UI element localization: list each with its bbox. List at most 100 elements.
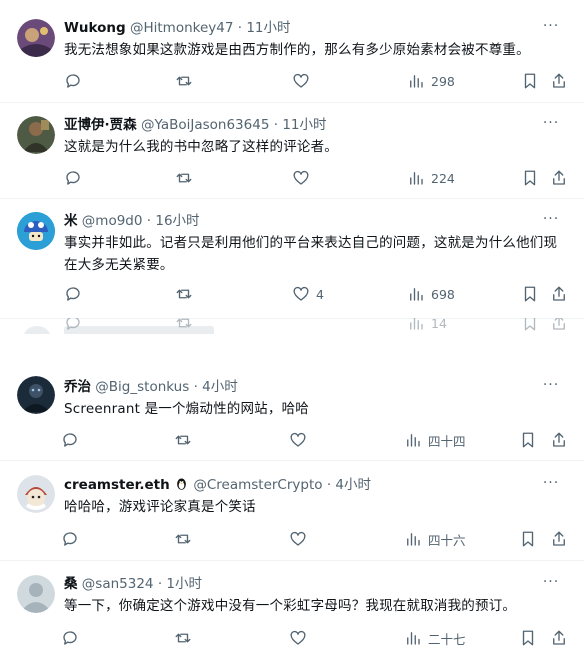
retweet-button — [175, 318, 193, 334]
display-name[interactable]: 桑 — [64, 576, 78, 592]
more-options-icon[interactable]: ··· — [542, 476, 560, 494]
user-handle[interactable]: @Hitmonkey47 — [130, 20, 233, 36]
tweet-header: 亚博伊·贾森 @YaBoiJason63645 · 11小时 — [64, 116, 327, 134]
reply-button[interactable] — [61, 429, 79, 451]
avatar[interactable] — [17, 212, 55, 250]
reply-icon — [63, 433, 77, 447]
bookmark-button[interactable] — [519, 627, 537, 649]
views-chart-icon — [407, 434, 420, 447]
like-button[interactable] — [292, 167, 316, 189]
reply-tweet[interactable]: Wukong @Hitmonkey47 · 11小时 ··· 我无法想象如果这款… — [0, 0, 584, 103]
retweet-button[interactable] — [174, 528, 192, 550]
timestamp[interactable]: 4小时 — [335, 477, 371, 493]
more-options-icon[interactable]: ··· — [542, 19, 560, 37]
reply-tweet[interactable]: 桑 @san5324 · 1小时 ··· 等一下，你确定这个游戏中没有一个彩虹字… — [0, 560, 584, 658]
reply-tweet[interactable]: 米 @mo9d0 · 16小时 ··· 事实并非如此。记者只是利用他们的平台来表… — [0, 198, 584, 319]
more-options-icon[interactable]: ··· — [542, 116, 560, 134]
separator-dot: · — [146, 213, 152, 229]
user-handle[interactable]: @YaBoiJason63645 — [141, 117, 269, 133]
display-name[interactable]: creamster.eth — [64, 477, 170, 493]
separator-dot: · — [157, 576, 163, 592]
like-button[interactable] — [289, 627, 313, 649]
more-options-icon[interactable]: ··· — [542, 378, 560, 396]
avatar[interactable] — [17, 376, 55, 414]
like-button[interactable] — [289, 429, 313, 451]
views-button[interactable]: 四十四 — [404, 429, 466, 451]
views-chart-icon — [410, 318, 423, 330]
penguin-emoji-icon — [177, 478, 186, 490]
view-count: 四十六 — [428, 532, 466, 548]
share-button[interactable] — [550, 167, 568, 189]
bookmark-icon — [524, 73, 536, 89]
reply-button[interactable] — [61, 627, 79, 649]
views-button[interactable]: 698 — [407, 283, 455, 305]
user-handle[interactable]: @Big_stonkus — [95, 379, 189, 395]
user-handle[interactable]: @san5324 — [82, 576, 154, 592]
user-handle[interactable]: @CreamsterCrypto — [193, 477, 322, 493]
timestamp[interactable]: 11小时 — [246, 20, 290, 36]
avatar[interactable] — [17, 575, 55, 613]
tweet-actions: 四十四 — [0, 429, 584, 451]
user-handle[interactable]: @mo9d0 — [82, 213, 143, 229]
timestamp[interactable]: 1小时 — [166, 576, 202, 592]
views-button[interactable]: 四十六 — [404, 528, 466, 550]
bookmark-button — [521, 318, 539, 334]
tweet-header: 桑 @san5324 · 1小时 — [64, 575, 202, 593]
share-button — [550, 318, 568, 334]
reply-icon — [63, 532, 77, 546]
reply-button[interactable] — [64, 283, 82, 305]
retweet-icon — [175, 534, 191, 544]
share-button[interactable] — [550, 70, 568, 92]
tweet-actions: 224 — [0, 167, 584, 189]
retweet-button[interactable] — [174, 429, 192, 451]
more-options-icon[interactable]: ··· — [542, 575, 560, 593]
timestamp[interactable]: 4小时 — [202, 379, 238, 395]
reply-icon — [66, 318, 80, 330]
timestamp[interactable]: 11小时 — [282, 117, 326, 133]
avatar[interactable] — [17, 19, 55, 57]
heart-icon — [290, 630, 306, 645]
reply-button[interactable] — [64, 167, 82, 189]
avatar[interactable] — [17, 475, 55, 513]
reply-button[interactable] — [61, 528, 79, 550]
retweet-button[interactable] — [175, 167, 193, 189]
retweet-button[interactable] — [175, 70, 193, 92]
tweet-text: 等一下，你确定这个游戏中没有一个彩虹字母吗？我现在就取消我的预订。 — [64, 598, 517, 614]
more-options-icon[interactable]: ··· — [542, 212, 560, 230]
retweet-button[interactable] — [174, 627, 192, 649]
views-button[interactable]: 298 — [407, 70, 455, 92]
reply-button[interactable] — [64, 70, 82, 92]
share-button[interactable] — [550, 429, 568, 451]
share-button[interactable] — [550, 627, 568, 649]
retweet-icon — [175, 435, 191, 445]
views-button[interactable]: 224 — [407, 167, 455, 189]
bookmark-button[interactable] — [521, 70, 539, 92]
display-name[interactable]: Wukong — [64, 20, 126, 36]
retweet-button[interactable] — [175, 283, 193, 305]
share-icon — [553, 73, 565, 88]
tweet-text: 事实并非如此。记者只是利用他们的平台来表达自己的问题，这就是为什么他们现在大多无… — [64, 235, 558, 273]
tweet-header: Wukong @Hitmonkey47 · 11小时 — [64, 19, 291, 37]
bookmark-button[interactable] — [519, 528, 537, 550]
views-button: 14 — [407, 318, 447, 334]
like-button[interactable] — [289, 528, 313, 550]
bookmark-button[interactable] — [521, 283, 539, 305]
bookmark-button[interactable] — [521, 167, 539, 189]
reply-icon — [66, 171, 80, 185]
reply-tweet[interactable]: 乔治 @Big_stonkus · 4小时 ··· Screenrant 是一个… — [0, 356, 584, 461]
timestamp[interactable]: 16小时 — [155, 213, 199, 229]
bookmark-button[interactable] — [519, 429, 537, 451]
like-button[interactable] — [292, 70, 316, 92]
view-count: 224 — [431, 170, 455, 186]
retweet-icon — [176, 289, 192, 299]
share-button[interactable] — [550, 528, 568, 550]
reply-tweet[interactable]: 亚博伊·贾森 @YaBoiJason63645 · 11小时 ··· 这就是为什… — [0, 102, 584, 199]
display-name[interactable]: 米 — [64, 213, 78, 229]
display-name[interactable]: 亚博伊·贾森 — [64, 117, 137, 133]
share-button[interactable] — [550, 283, 568, 305]
like-button[interactable]: 4 — [292, 283, 324, 305]
display-name[interactable]: 乔治 — [64, 379, 91, 395]
views-button[interactable]: 二十七 — [404, 627, 466, 649]
reply-tweet[interactable]: creamster.eth @CreamsterCrypto · 4小时 ···… — [0, 460, 584, 561]
avatar[interactable] — [17, 116, 55, 154]
